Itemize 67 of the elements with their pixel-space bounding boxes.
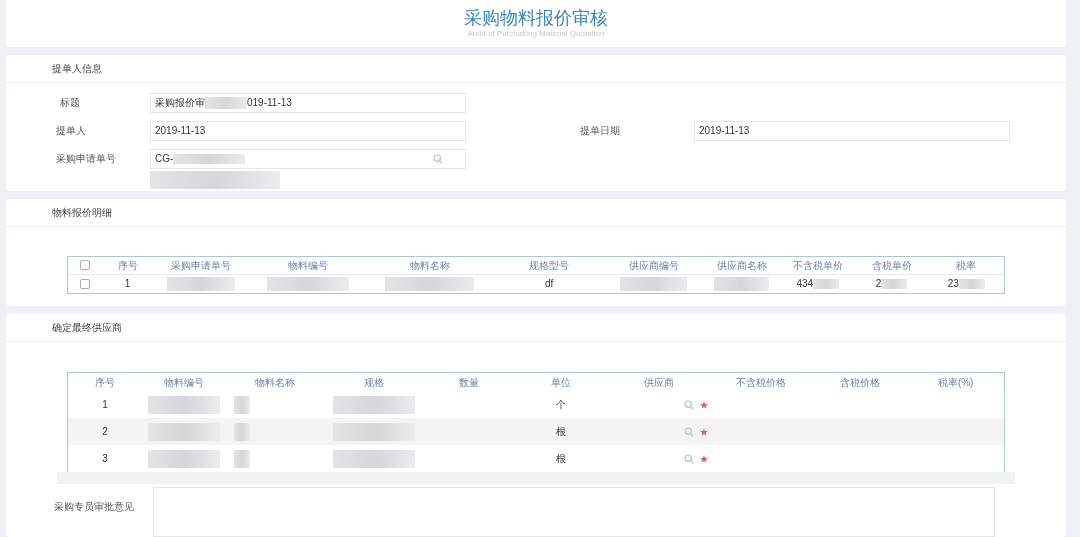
redaction-block <box>233 395 250 414</box>
field-label: 提单人 <box>55 124 87 139</box>
column-header: 物料名称 <box>409 258 450 273</box>
checkbox[interactable] <box>80 278 91 289</box>
section-heading: 提单人信息 <box>52 61 102 76</box>
field-value: 019-11-13 <box>247 96 292 111</box>
table-cell-text: 根 <box>555 425 566 439</box>
column-header: 不含税价格 <box>735 375 786 390</box>
column-header: 供应商名称 <box>716 258 767 273</box>
section-heading: 确定最终供应商 <box>52 321 122 335</box>
search-icon <box>683 453 694 464</box>
required-star-icon <box>699 427 708 436</box>
column-header: 物料编号 <box>163 375 204 390</box>
redaction-block <box>233 449 250 468</box>
search-icon <box>683 426 694 437</box>
checkbox[interactable] <box>80 260 91 271</box>
column-header: 供应商 <box>644 375 675 390</box>
table-cell-text: 3 <box>102 452 108 466</box>
column-header: 供应商编号 <box>628 258 679 273</box>
redaction-block <box>958 278 985 289</box>
column-header: 不含税单价 <box>792 258 843 273</box>
table-cell-text: 1 <box>124 277 131 292</box>
redaction-block <box>713 276 770 291</box>
column-header: 含税价格 <box>839 375 880 390</box>
field-label: 提单日期 <box>579 124 621 139</box>
input-field[interactable]: 采购报价审 019-11-13 <box>150 92 466 113</box>
input-field[interactable]: 2019-11-13 <box>694 120 1010 141</box>
table-cell-text: 1 <box>102 398 108 412</box>
column-header: 规格 <box>364 375 385 390</box>
table-cell-text: 23 <box>947 277 959 292</box>
redaction-block <box>233 422 250 441</box>
column-header: 物料编号 <box>287 258 328 273</box>
table-cell-text: 434 <box>796 277 814 292</box>
table-cell-text: 根 <box>555 452 566 466</box>
redaction-block <box>205 96 247 109</box>
search-icon <box>433 153 443 164</box>
column-header: 税率(%) <box>937 375 974 390</box>
section-heading: 物料报价明细 <box>52 205 112 220</box>
redaction-block <box>881 278 908 289</box>
column-header: 物料名称 <box>254 375 295 390</box>
required-star-icon <box>699 454 708 463</box>
field-label: 采购专员审批意见 <box>54 500 135 514</box>
text-area[interactable] <box>153 487 995 537</box>
column-header: 含税单价 <box>871 258 912 273</box>
table-cell-text: 个 <box>555 398 566 412</box>
field-value: CG- <box>155 152 174 167</box>
table-cell-text: df <box>545 277 554 292</box>
column-header: 税率 <box>956 258 977 273</box>
redaction-block <box>166 276 235 291</box>
redaction-block <box>619 276 688 291</box>
column-header: 采购申请单号 <box>170 258 231 273</box>
input-field[interactable]: 2019-11-13 <box>150 120 466 141</box>
field-label: 采购申请单号 <box>55 152 117 167</box>
input-field[interactable]: CG- <box>150 148 466 169</box>
column-header: 数量 <box>459 375 480 390</box>
page-title: 采购物料报价审核 <box>464 7 608 30</box>
column-header: 序号 <box>95 375 116 390</box>
field-label: 标题 <box>59 96 81 111</box>
required-star-icon <box>699 400 708 409</box>
column-header: 单位 <box>550 375 571 390</box>
field-value: 采购报价审 <box>155 96 205 111</box>
column-header: 规格型号 <box>529 258 570 273</box>
redaction-block <box>813 278 840 289</box>
table-cell-text: 2 <box>102 425 108 439</box>
column-header: 序号 <box>117 258 138 273</box>
search-icon <box>683 399 694 410</box>
table-cell-text: 2 <box>875 277 882 292</box>
